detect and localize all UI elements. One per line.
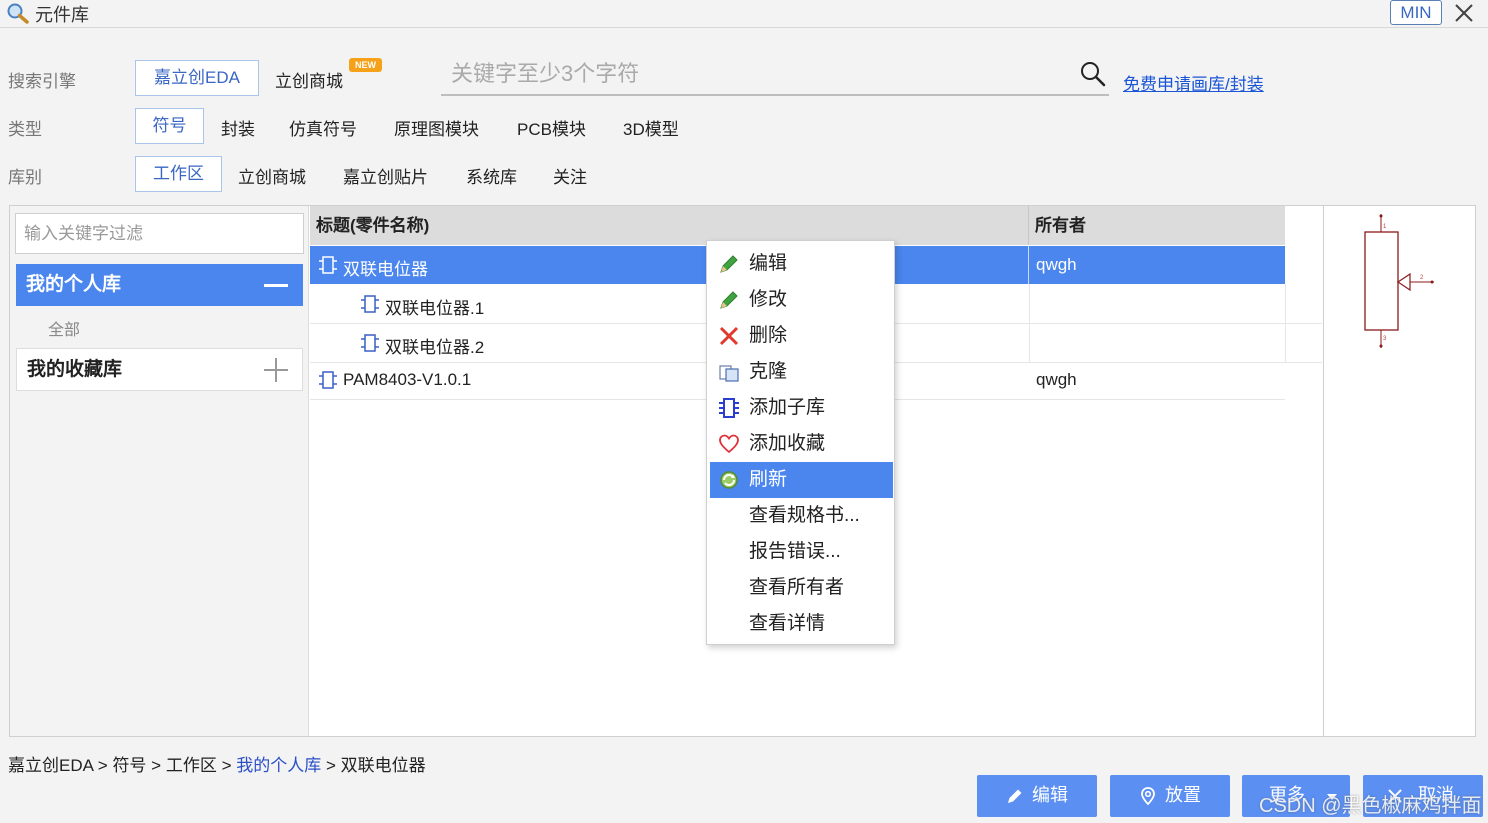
breadcrumb-item: 双联电位器 xyxy=(340,756,426,775)
my-favorites-item[interactable]: 我的收藏库 xyxy=(16,348,303,391)
menu-item-report-error[interactable]: 报告错误... xyxy=(710,534,893,570)
type-option-sim-symbol[interactable]: 仿真符号 xyxy=(289,115,357,140)
component-icon xyxy=(319,371,337,389)
breadcrumb-separator: > xyxy=(97,756,108,775)
breadcrumb: 嘉立创EDA > 符号 > 工作区 > 我的个人库 > 双联电位器 xyxy=(8,751,426,776)
breadcrumb-item[interactable]: 嘉立创EDA xyxy=(8,756,93,775)
breadcrumb-item[interactable]: 工作区 xyxy=(166,756,217,775)
library-option-system[interactable]: 系统库 xyxy=(466,163,517,188)
row-name[interactable]: 双联电位器.1 xyxy=(385,294,484,319)
menu-item-delete[interactable]: 删除 xyxy=(710,318,893,354)
breadcrumb-item[interactable]: 我的个人库 xyxy=(236,756,321,775)
type-label: 类型 xyxy=(8,120,42,139)
menu-label: 添加子库 xyxy=(749,397,826,418)
row-name[interactable]: PAM8403-V1.0.1 xyxy=(343,370,471,390)
menu-label: 查看详情 xyxy=(749,613,826,634)
watermark: CSDN @黑色椒麻鸡拌面 xyxy=(1259,795,1482,817)
clone-icon xyxy=(719,365,739,382)
menu-item-clone[interactable]: 克隆 xyxy=(710,354,893,390)
breadcrumb-separator: > xyxy=(151,756,162,775)
minimize-button[interactable]: MIN xyxy=(1390,0,1442,25)
search-input[interactable] xyxy=(441,56,1061,92)
row-owner[interactable]: qwgh xyxy=(1036,370,1077,390)
location-pin-icon xyxy=(1141,787,1155,806)
menu-item-add-sublibrary[interactable]: 添加子库 xyxy=(710,390,893,426)
column-header-title[interactable]: 标题(零件名称) xyxy=(310,206,1028,245)
my-library-item[interactable]: 我的个人库 xyxy=(16,264,303,306)
breadcrumb-separator: > xyxy=(221,756,232,775)
pencil-icon xyxy=(1008,789,1022,803)
library-label: 库别 xyxy=(8,168,42,187)
pencil-icon xyxy=(720,255,738,273)
menu-label: 查看规格书... xyxy=(749,505,860,526)
heart-icon xyxy=(719,434,739,454)
type-option-pcb-module[interactable]: PCB模块 xyxy=(517,115,586,140)
row-owner[interactable]: qwgh xyxy=(1036,255,1077,275)
pin-label: 2 xyxy=(1420,275,1424,281)
type-option-3d-model[interactable]: 3D模型 xyxy=(623,115,679,140)
engine-option-jlceda[interactable]: 嘉立创EDA xyxy=(135,60,259,96)
pin-label: 1 xyxy=(1383,224,1387,230)
menu-item-view-datasheet[interactable]: 查看规格书... xyxy=(710,498,893,534)
search-box xyxy=(441,56,1109,96)
cell-divider xyxy=(1028,246,1029,284)
title-bar xyxy=(0,0,1488,28)
keyword-filter-input[interactable] xyxy=(15,213,304,254)
menu-item-refresh[interactable]: 刷新 xyxy=(710,462,893,498)
menu-item-edit[interactable]: 编辑 xyxy=(710,246,893,282)
expand-plus-icon[interactable] xyxy=(263,357,289,383)
menu-label: 报告错误... xyxy=(749,541,841,562)
symbol-preview: 1 2 3 xyxy=(1364,214,1434,348)
chip-icon xyxy=(719,398,739,418)
pencil-icon xyxy=(720,291,738,309)
cell-divider xyxy=(1285,284,1286,362)
apply-library-link[interactable]: 免费申请画库/封装 xyxy=(1123,70,1264,95)
menu-label: 编辑 xyxy=(749,253,788,274)
breadcrumb-separator: > xyxy=(325,756,336,775)
close-icon[interactable] xyxy=(1452,0,1476,26)
row-name[interactable]: 双联电位器.2 xyxy=(385,333,484,358)
type-option-symbol[interactable]: 符号 xyxy=(135,108,204,144)
magnifier-icon xyxy=(7,3,29,24)
pin-label: 3 xyxy=(1383,336,1387,342)
search-engine-label: 搜索引擎 xyxy=(8,72,76,91)
new-badge: NEW xyxy=(349,58,382,72)
menu-label: 删除 xyxy=(749,325,788,346)
preview-divider xyxy=(1323,206,1324,736)
place-button[interactable]: 放置 xyxy=(1110,775,1230,817)
type-option-footprint[interactable]: 封装 xyxy=(221,115,255,140)
column-header-owner[interactable]: 所有者 xyxy=(1029,206,1285,245)
menu-label: 添加收藏 xyxy=(749,433,826,454)
library-option-follow[interactable]: 关注 xyxy=(553,163,587,188)
library-option-lcsc[interactable]: 立创商城 xyxy=(238,163,306,188)
menu-label: 克隆 xyxy=(749,361,788,382)
breadcrumb-item[interactable]: 符号 xyxy=(112,756,146,775)
cell-divider xyxy=(1029,284,1030,362)
component-icon xyxy=(361,295,379,313)
collapse-icon[interactable] xyxy=(264,284,288,287)
window-title: 元件库 xyxy=(35,5,89,25)
library-option-jlc-smt[interactable]: 嘉立创贴片 xyxy=(343,163,428,188)
component-icon xyxy=(361,334,379,352)
delete-x-icon xyxy=(719,326,739,346)
menu-label: 刷新 xyxy=(749,469,788,490)
component-icon xyxy=(319,256,337,274)
menu-item-add-favorite[interactable]: 添加收藏 xyxy=(710,426,893,462)
refresh-icon xyxy=(720,471,738,489)
library-option-workspace[interactable]: 工作区 xyxy=(135,156,222,192)
row-name[interactable]: 双联电位器 xyxy=(343,255,428,280)
engine-option-lcsc[interactable]: 立创商城 xyxy=(275,67,343,92)
menu-item-view-owner[interactable]: 查看所有者 xyxy=(710,570,893,606)
edit-button[interactable]: 编辑 xyxy=(977,775,1097,817)
type-option-schematic-module[interactable]: 原理图模块 xyxy=(394,115,479,140)
menu-item-modify[interactable]: 修改 xyxy=(710,282,893,318)
menu-label: 修改 xyxy=(749,289,788,310)
library-all-item[interactable]: 全部 xyxy=(48,316,80,340)
menu-label: 查看所有者 xyxy=(749,577,845,598)
context-menu: 编辑 修改 删除 克隆 添加子库 添加收藏 刷新 查看规格书... 报告错误..… xyxy=(706,240,895,645)
search-icon[interactable] xyxy=(1079,60,1107,88)
menu-item-view-details[interactable]: 查看详情 xyxy=(710,606,893,642)
